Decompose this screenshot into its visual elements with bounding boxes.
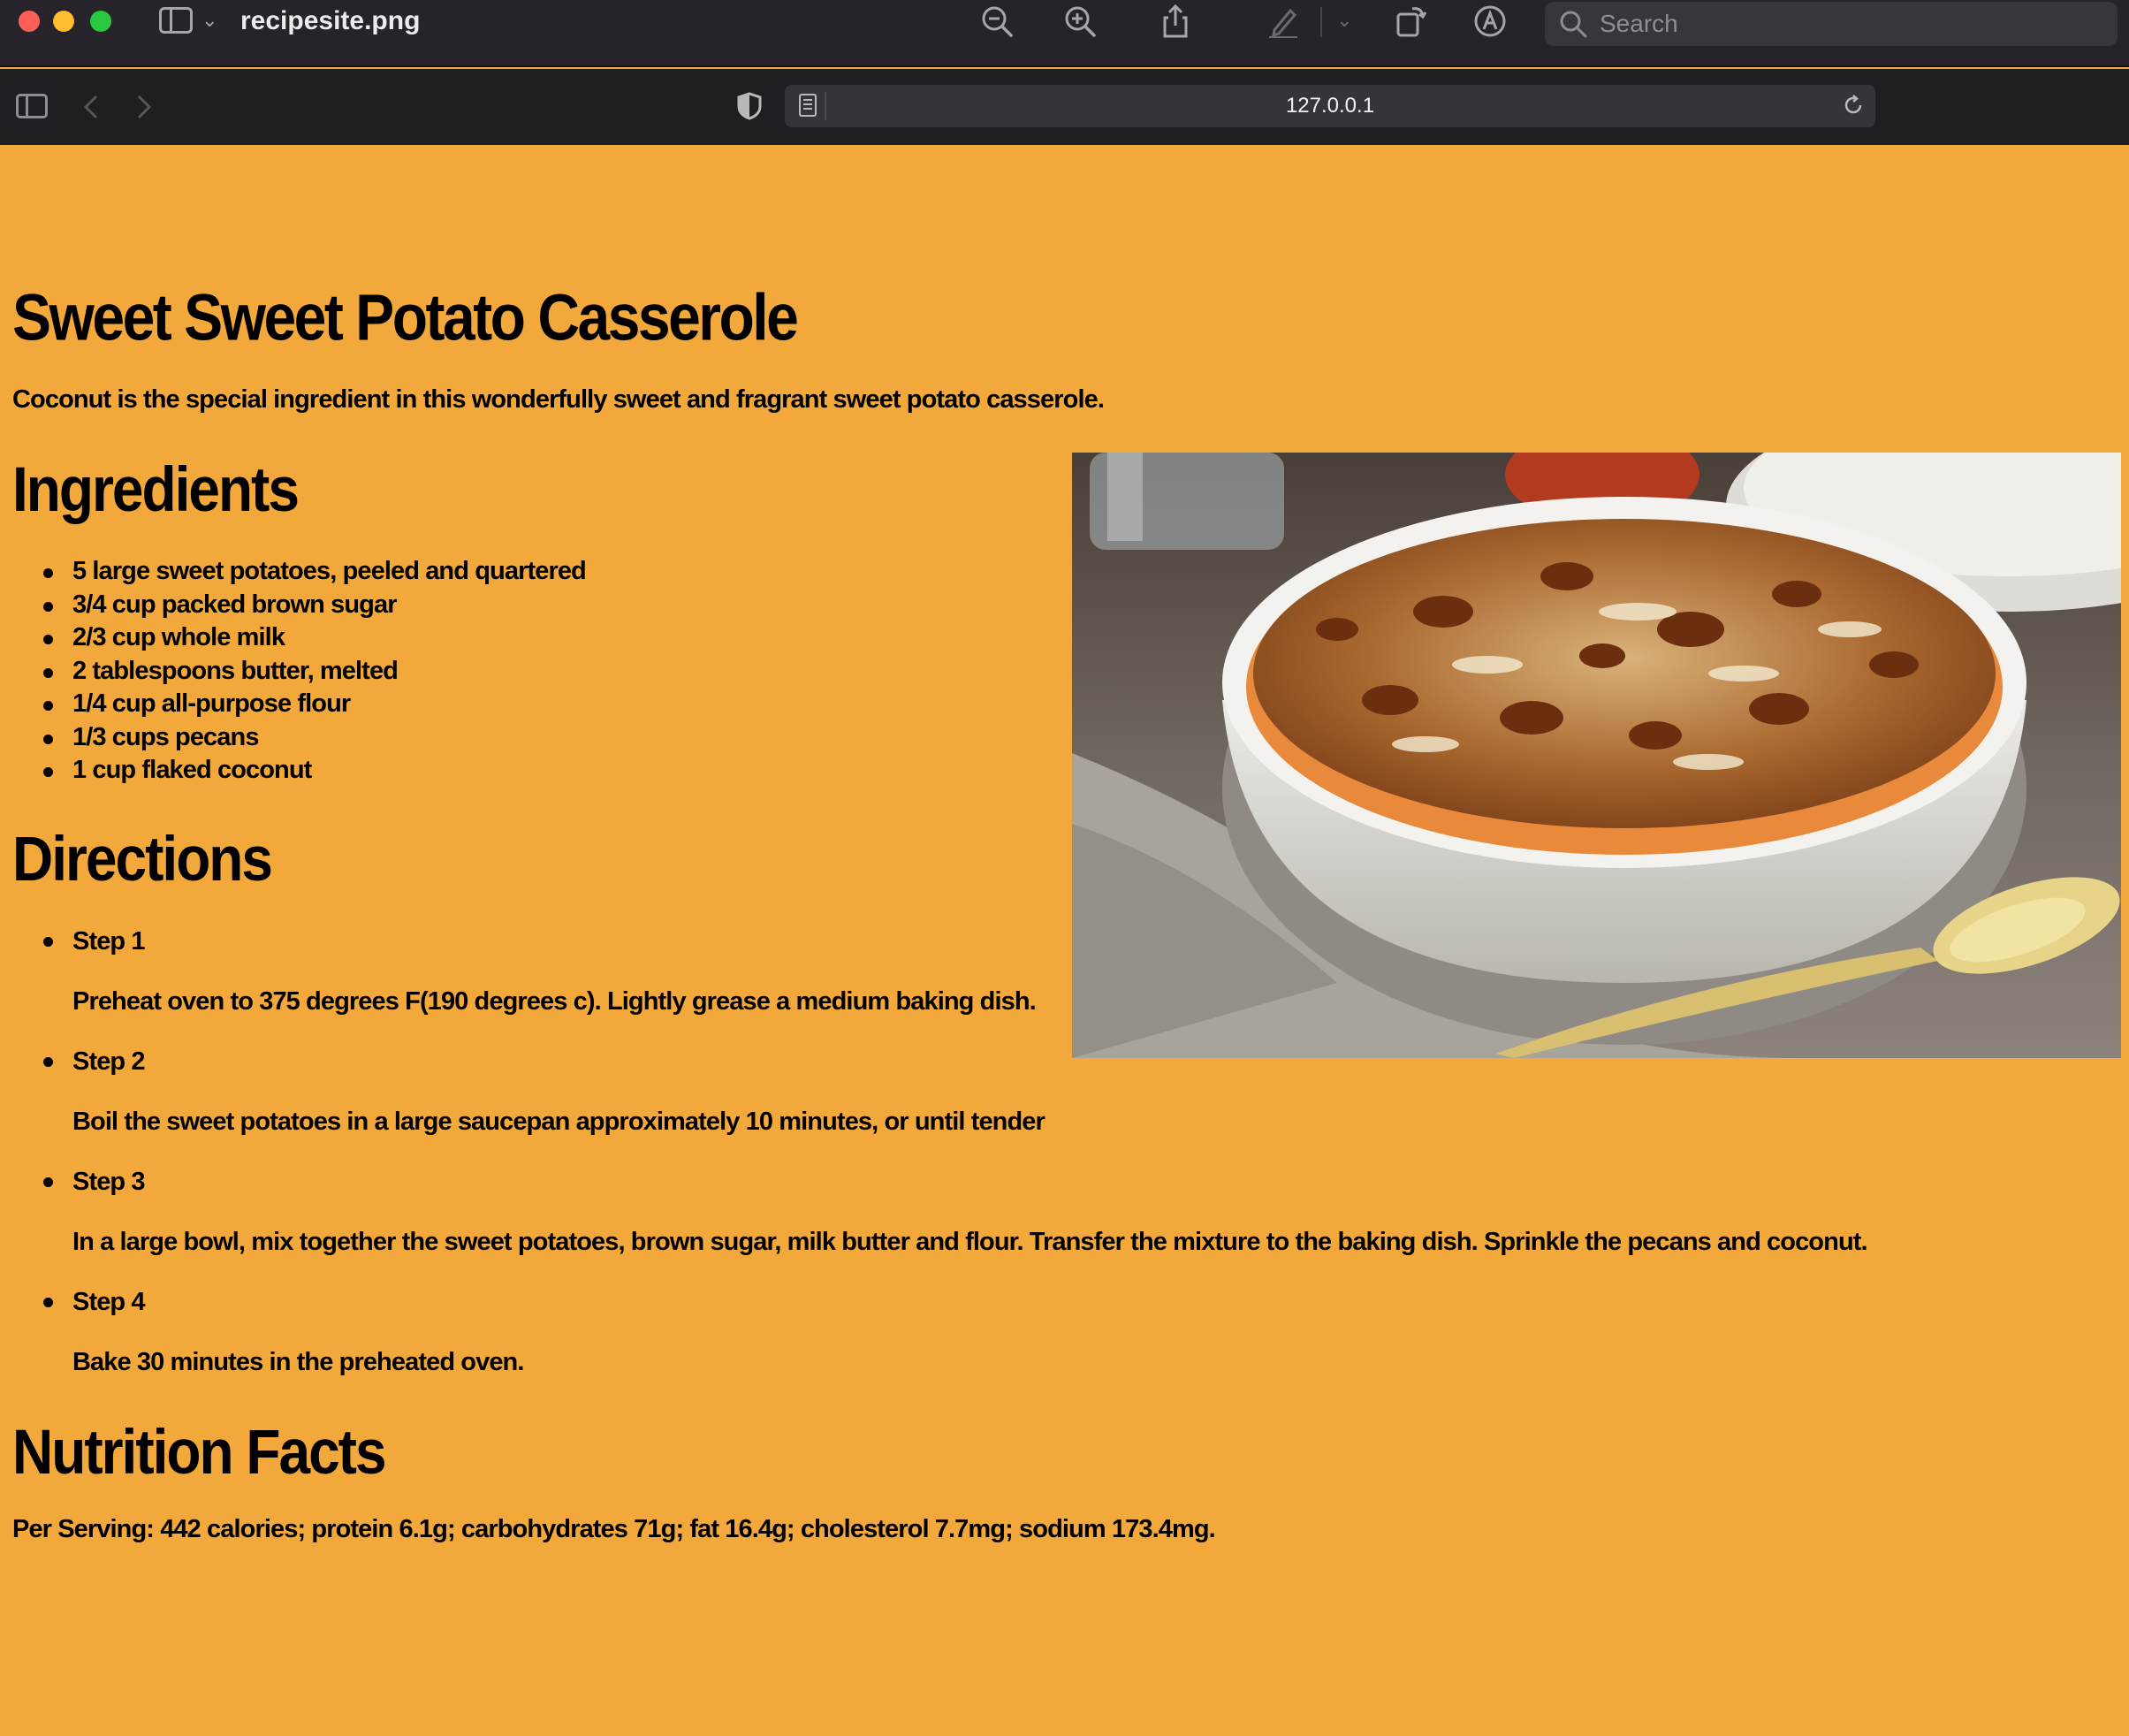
- list-item: 5 large sweet potatoes, peeled and quart…: [0, 555, 587, 589]
- forward-icon[interactable]: [134, 94, 154, 120]
- rotate-icon[interactable]: [1393, 4, 1428, 39]
- back-icon[interactable]: [81, 94, 101, 120]
- chevron-down-icon[interactable]: ⌄: [1336, 11, 1352, 30]
- sidebar-toggle-icon[interactable]: [159, 7, 193, 34]
- markup-icon[interactable]: [1266, 4, 1301, 39]
- close-window-button[interactable]: [19, 11, 40, 32]
- annotate-icon[interactable]: [1472, 4, 1508, 39]
- search-field[interactable]: [1545, 2, 2118, 46]
- chevron-down-icon[interactable]: ⌄: [201, 11, 217, 30]
- recipe-page: Sweet Sweet Potato Casserole Coconut is …: [0, 145, 2129, 1736]
- zoom-out-icon[interactable]: [979, 4, 1015, 39]
- minimize-window-button[interactable]: [53, 11, 74, 32]
- zoom-in-icon[interactable]: [1062, 4, 1098, 39]
- address-bar[interactable]: 127.0.0.1: [785, 85, 1875, 127]
- step-title: Step 1: [0, 924, 146, 959]
- reload-icon[interactable]: [1842, 94, 1865, 117]
- sidebar-icon[interactable]: [16, 94, 48, 118]
- list-item: 1/3 cups pecans: [0, 721, 586, 755]
- list-item: 1 cup flaked coconut: [0, 754, 586, 788]
- share-icon[interactable]: [1158, 4, 1193, 39]
- nutrition-heading: Nutrition Facts: [12, 1416, 387, 1488]
- list-item: 3/4 cup packed brown sugar: [0, 589, 586, 622]
- page-title: Sweet Sweet Potato Casserole: [12, 280, 799, 354]
- window-title: recipesite.png: [240, 6, 421, 35]
- list-item: 2 tablespoons butter, melted: [0, 655, 586, 689]
- toolbar-divider: [1320, 7, 1322, 37]
- step-text: Preheat oven to 375 degrees F(190 degree…: [72, 987, 1037, 1016]
- step-title: Step 3: [0, 1164, 146, 1199]
- casserole-photo: [1072, 453, 2121, 1058]
- maximize-window-button[interactable]: [90, 11, 111, 32]
- step-text: In a large bowl, mix together the sweet …: [72, 1228, 1868, 1256]
- step-title: Step 2: [0, 1044, 146, 1079]
- browser-toolbar: 127.0.0.1: [0, 69, 2129, 145]
- step-title: Step 4: [0, 1284, 146, 1320]
- title-bar: ⌄ recipesite.png ⌄: [0, 0, 2129, 67]
- url-text[interactable]: 127.0.0.1: [785, 85, 1875, 127]
- nutrition-text: Per Serving: 442 calories; protein 6.1g;…: [12, 1515, 1216, 1543]
- list-item: 1/4 cup all-purpose flour: [0, 688, 586, 721]
- search-input[interactable]: [1600, 7, 2095, 41]
- list-item: 2/3 cup whole milk: [0, 621, 586, 655]
- search-icon: [1560, 11, 1587, 38]
- recipe-intro: Coconut is the special ingredient in thi…: [12, 385, 1105, 414]
- ingredients-heading: Ingredients: [12, 453, 300, 525]
- step-text: Bake 30 minutes in the preheated oven.: [72, 1348, 524, 1376]
- ingredient-list: 5 large sweet potatoes, peeled and quart…: [0, 555, 587, 788]
- privacy-shield-icon[interactable]: [737, 92, 762, 120]
- directions-heading: Directions: [12, 823, 273, 895]
- step-text: Boil the sweet potatoes in a large sauce…: [72, 1108, 1045, 1136]
